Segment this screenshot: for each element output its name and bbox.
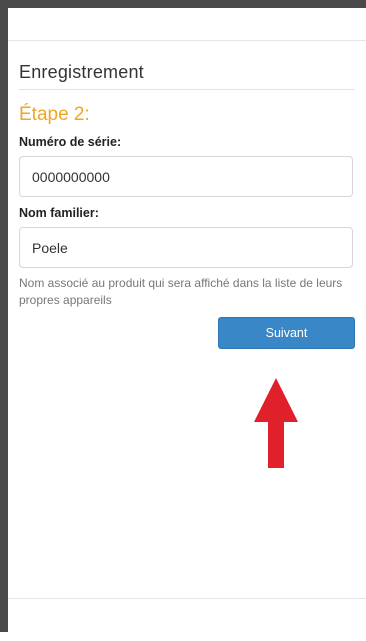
serial-number-label: Numéro de série:	[19, 135, 122, 149]
top-bar	[8, 8, 366, 41]
serial-number-input[interactable]	[19, 156, 353, 197]
page-title: Enregistrement	[19, 62, 355, 90]
nickname-input[interactable]	[19, 227, 353, 268]
app-screen: Enregistrement Étape 2: Numéro de série:…	[8, 8, 366, 641]
nickname-help-text: Nom associé au produit qui sera affiché …	[19, 276, 343, 307]
nickname-label: Nom familier:	[19, 206, 99, 220]
registration-form: Enregistrement Étape 2: Numéro de série:…	[19, 40, 355, 349]
bottom-bar	[8, 598, 366, 641]
arrow-up-icon	[254, 378, 298, 468]
step-title: Étape 2:	[19, 104, 90, 125]
button-row: Suivant	[19, 317, 355, 349]
device-frame: Enregistrement Étape 2: Numéro de série:…	[0, 0, 366, 641]
next-button[interactable]: Suivant	[218, 317, 355, 349]
